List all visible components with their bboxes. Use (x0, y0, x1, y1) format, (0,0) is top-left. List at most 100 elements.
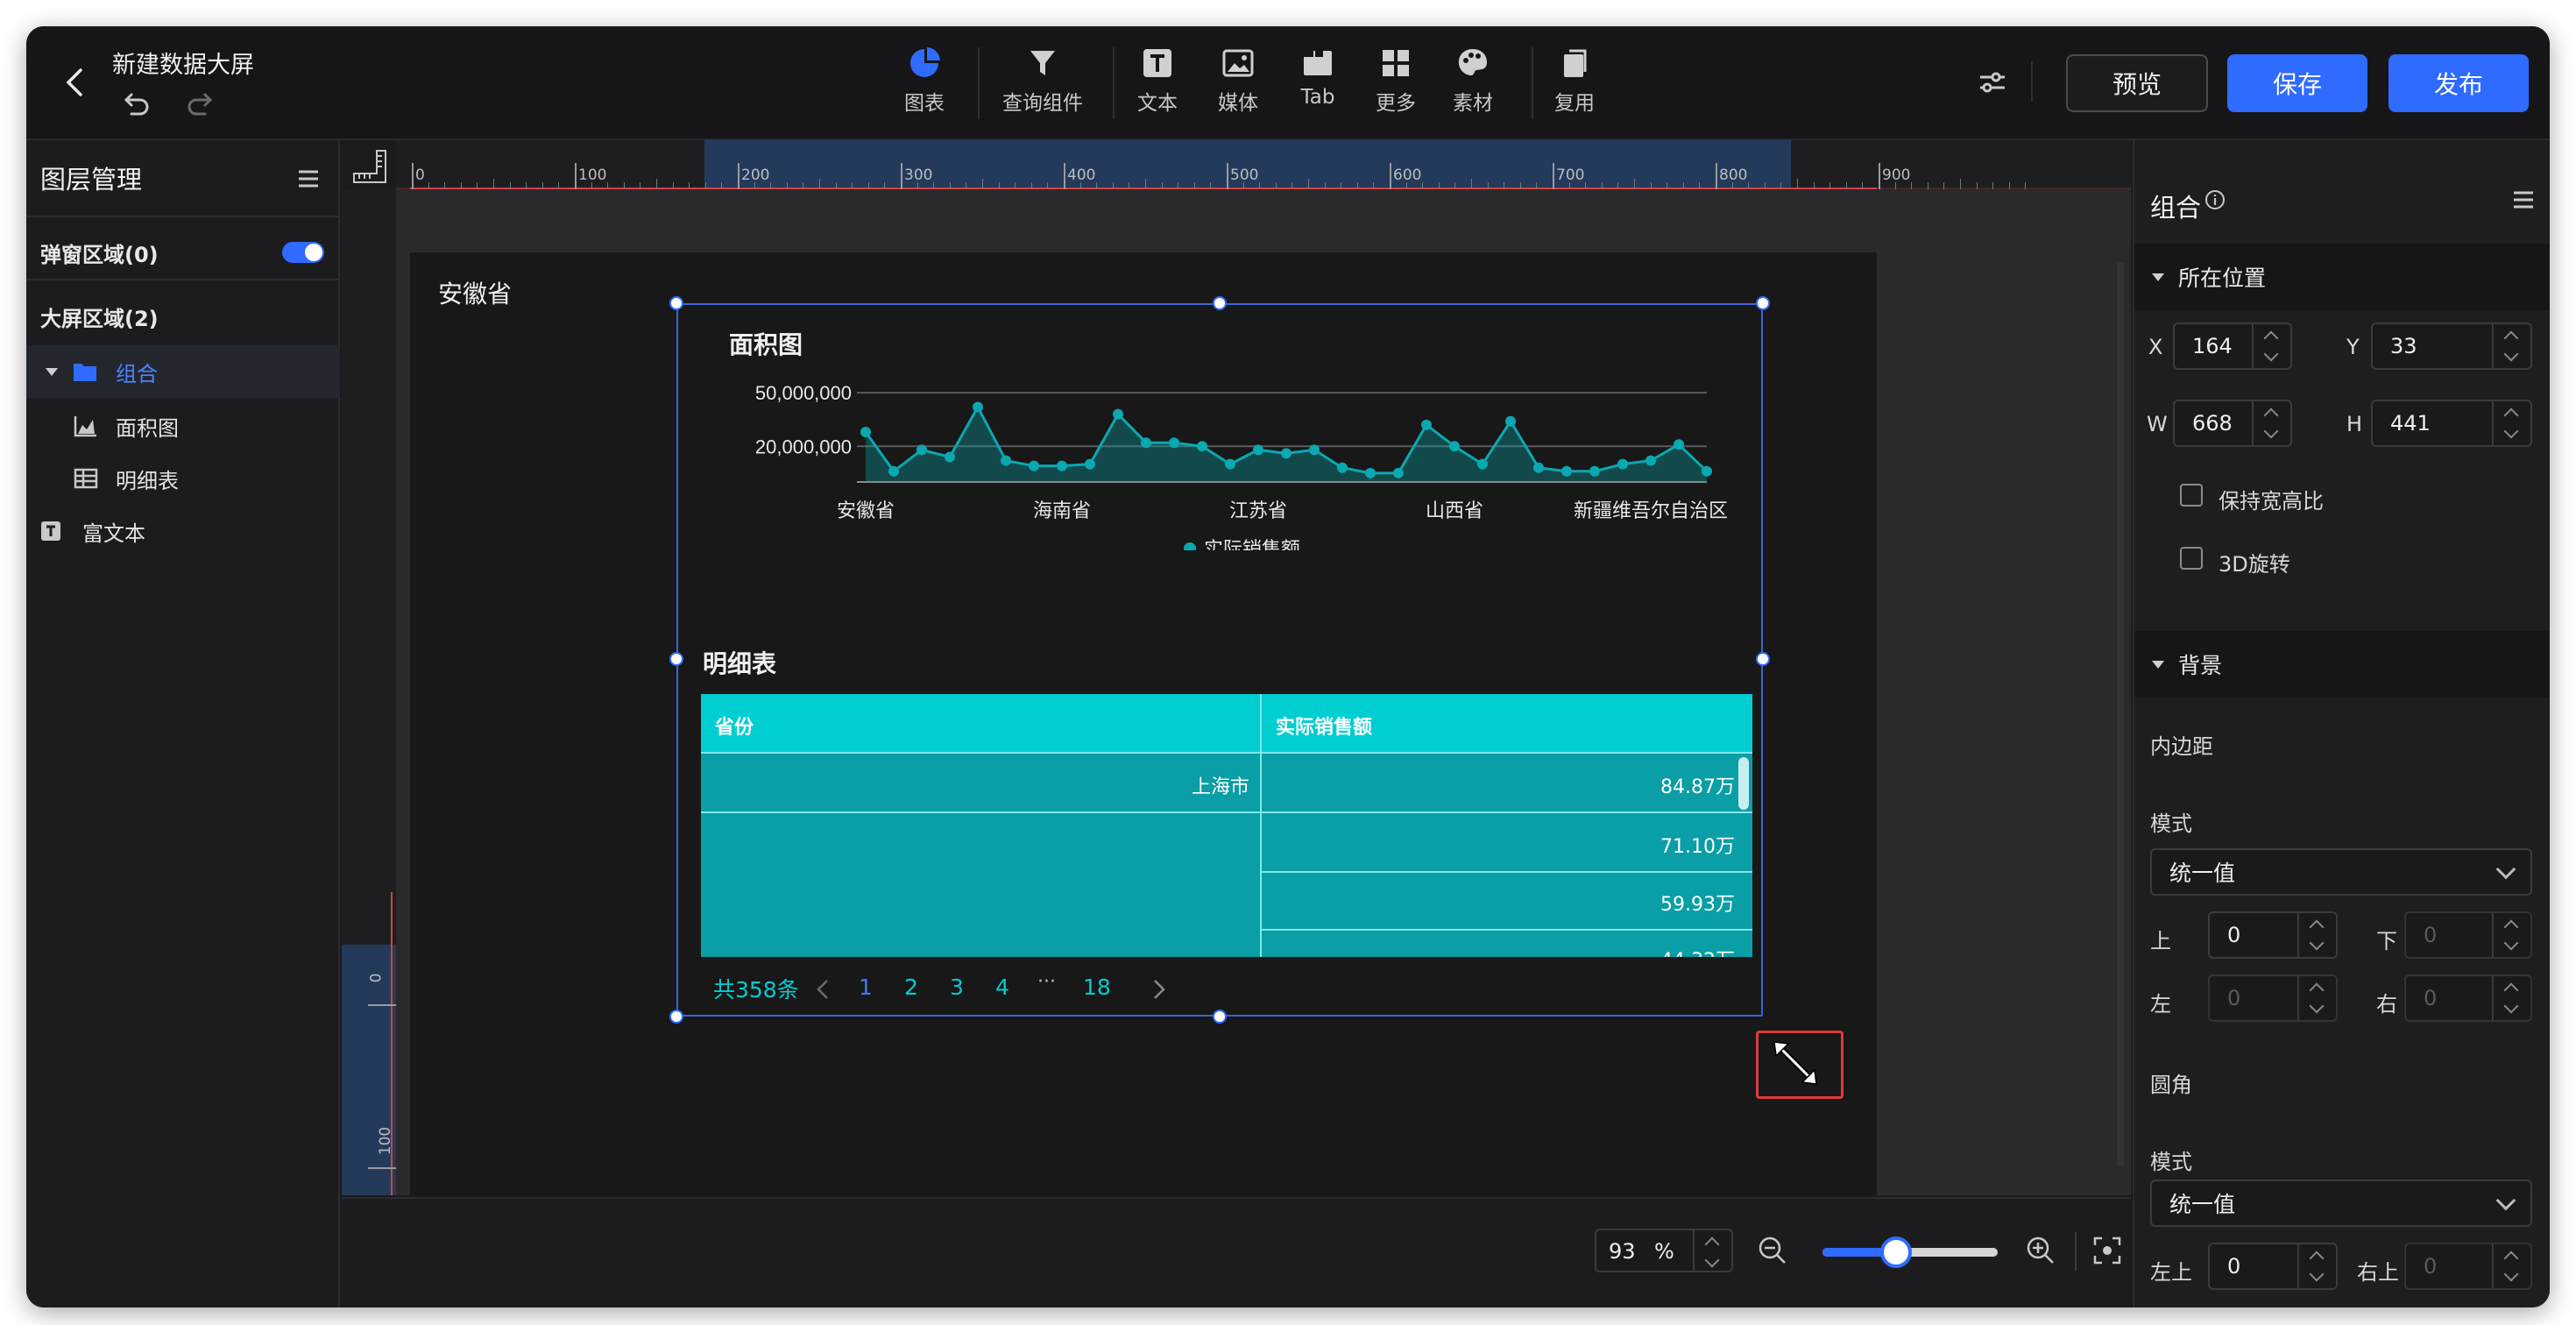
tool-material[interactable]: 素材 (1453, 46, 1493, 116)
menu-icon[interactable] (296, 167, 321, 191)
back-arrow-icon[interactable] (56, 63, 95, 102)
ruler-minor-tick (1275, 182, 1277, 189)
page-2[interactable]: 2 (904, 974, 918, 1000)
page-3[interactable]: 3 (950, 974, 964, 1000)
layer-item-table[interactable]: 明细表 (26, 452, 340, 505)
tool-text[interactable]: 文本 (1137, 46, 1178, 116)
y-input[interactable]: 33 (2371, 322, 2532, 370)
radius-tl-stepper[interactable] (2297, 1244, 2336, 1288)
keep-ratio-checkbox[interactable] (2180, 484, 2203, 507)
ruler-minor-tick (1112, 182, 1114, 189)
height-input[interactable]: 441 (2371, 400, 2532, 447)
ruler-minor-tick (607, 182, 609, 189)
resize-handle-nw[interactable] (669, 296, 683, 310)
zoom-out-icon[interactable] (1758, 1236, 1787, 1265)
h-stepper[interactable] (2492, 401, 2530, 445)
zoom-input[interactable]: 93 % (1595, 1229, 1733, 1272)
radius-mode-select[interactable]: 统一值 (2150, 1180, 2532, 1227)
publish-button[interactable]: 发布 (2388, 54, 2529, 112)
info-icon[interactable] (2204, 189, 2226, 210)
table-header-cell[interactable]: 实际销售额 (1276, 712, 1372, 740)
zoom-in-icon[interactable] (2026, 1236, 2056, 1265)
tool-query[interactable]: 查询组件 (1002, 46, 1083, 116)
padding-top-stepper[interactable] (2297, 913, 2336, 957)
padding-bottom-stepper[interactable] (2492, 913, 2530, 957)
resize-diagonal-icon[interactable] (1769, 1037, 1822, 1089)
layer-item-area-chart[interactable]: 面积图 (26, 400, 340, 452)
canvas-vertical-scrollbar[interactable] (2117, 263, 2124, 1166)
page-1[interactable]: 1 (859, 974, 873, 1000)
popup-toggle[interactable] (282, 242, 324, 263)
resize-handle-s[interactable] (1213, 1010, 1227, 1024)
ruler-minor-tick (493, 179, 494, 189)
panel-menu-icon[interactable] (2511, 188, 2536, 212)
detail-table[interactable]: 省份 实际销售额 上海市 84.87万 71.10万 59.93万 44.32万 (701, 694, 1752, 957)
horizontal-ruler[interactable]: 0 100 200 300 400 500 600 700 800 900 (342, 140, 2131, 189)
ruler-corner-icon[interactable] (350, 147, 389, 186)
padding-left-input[interactable]: 0 (2208, 974, 2338, 1022)
ruler-minor-tick (835, 182, 837, 189)
ruler-minor-tick (1764, 182, 1766, 189)
tool-chart[interactable]: 图表 (904, 46, 945, 116)
settings-sliders-icon[interactable] (1975, 65, 2010, 100)
ruler-major-tick (368, 1004, 396, 1006)
tab-icon (1304, 51, 1332, 75)
preview-button[interactable]: 预览 (2066, 54, 2208, 112)
page-18[interactable]: 18 (1083, 974, 1111, 1000)
page-4[interactable]: 4 (995, 974, 1009, 1000)
rich-text-component[interactable]: 安徽省 (438, 275, 512, 310)
tool-tab[interactable]: Tab (1300, 46, 1335, 109)
screen-section-label: 大屏区域(2) (40, 306, 159, 331)
table-header-cell[interactable]: 省份 (715, 712, 754, 740)
zoom-stepper[interactable] (1693, 1230, 1731, 1271)
vertical-ruler[interactable]: 0100200 (342, 189, 396, 1195)
page-ellipsis[interactable]: ··· (1037, 971, 1056, 993)
padding-left-stepper[interactable] (2297, 976, 2336, 1020)
screen-stage[interactable]: 安徽省 面积图 50,000,000 20,000,000 安徽省 海南省 江苏省 山西省… (410, 252, 1877, 1195)
padding-right-stepper[interactable] (2492, 976, 2530, 1020)
caret-down-icon[interactable] (44, 364, 60, 379)
undo-icon[interactable] (117, 86, 152, 121)
background-section-header[interactable]: 背景 (2134, 631, 2550, 698)
x-input[interactable]: 164 (2173, 322, 2292, 370)
tool-media[interactable]: 媒体 (1218, 46, 1258, 116)
layer-item-richtext[interactable]: 富文本 (26, 505, 340, 557)
dashboard-title[interactable]: 新建数据大屏 (112, 46, 254, 80)
resize-handle-sw[interactable] (669, 1010, 683, 1024)
y-stepper[interactable] (2492, 324, 2530, 368)
w-stepper[interactable] (2252, 401, 2290, 445)
richtext-icon (41, 521, 60, 541)
radius-tr-input[interactable]: 0 (2404, 1243, 2532, 1290)
save-button[interactable]: 保存 (2227, 54, 2367, 112)
fit-screen-icon[interactable] (2092, 1236, 2122, 1265)
padding-right-input[interactable]: 0 (2404, 974, 2532, 1022)
position-section-header[interactable]: 所在位置 (2134, 244, 2550, 310)
radius-tl-input[interactable]: 0 (2208, 1243, 2338, 1290)
padding-mode-select[interactable]: 统一值 (2150, 848, 2532, 896)
redo-icon[interactable] (184, 86, 219, 121)
zoom-slider-knob[interactable] (1880, 1236, 1912, 1268)
resize-handle-w[interactable] (669, 652, 683, 666)
layer-item-group[interactable]: 组合 (26, 345, 340, 398)
tool-more[interactable]: 更多 (1376, 46, 1416, 116)
resize-handle-n[interactable] (1213, 296, 1227, 310)
width-input[interactable]: 668 (2173, 400, 2292, 447)
area-chart[interactable]: 50,000,000 20,000,000 安徽省 海南省 江苏省 山西省 新疆维吾尔自治区… (690, 366, 1742, 550)
zoom-slider[interactable] (1822, 1236, 1998, 1268)
x-stepper[interactable] (2252, 324, 2290, 368)
chevron-right-icon[interactable] (1151, 978, 1167, 1001)
radius-tr-stepper[interactable] (2492, 1244, 2530, 1288)
popup-section[interactable]: 弹窗区域(0) (26, 226, 340, 280)
table-title: 明细表 (703, 649, 777, 678)
text-icon (1143, 49, 1171, 77)
chevron-left-icon[interactable] (815, 978, 831, 1001)
ruler-major-tick (412, 163, 414, 189)
table-scrollbar[interactable] (1738, 757, 1749, 810)
padding-top-input[interactable]: 0 (2208, 911, 2338, 959)
resize-handle-ne[interactable] (1756, 296, 1770, 310)
tool-reuse[interactable]: 复用 (1554, 46, 1595, 116)
y-tick-label: 50,000,000 (755, 382, 852, 404)
resize-handle-e[interactable] (1756, 652, 1770, 666)
padding-bottom-input[interactable]: 0 (2404, 911, 2532, 959)
rotate3d-checkbox[interactable] (2180, 547, 2203, 570)
